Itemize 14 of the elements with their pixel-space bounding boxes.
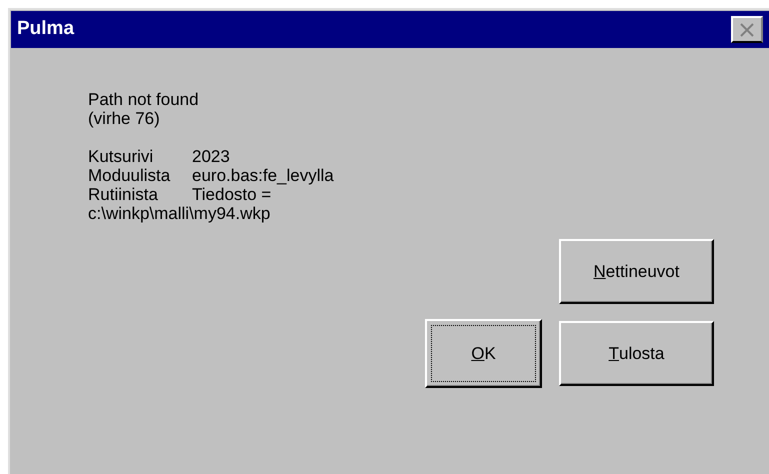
error-message: (virhe 76) (88, 109, 160, 128)
ok-button[interactable]: OK (425, 319, 542, 388)
close-icon (739, 22, 755, 36)
detail-label: Rutiinista (88, 185, 159, 204)
detail-label: Kutsurivi (88, 147, 154, 166)
detail-value: 2023 (192, 147, 230, 166)
detail-value: Tiedosto = (192, 185, 272, 204)
file-path: c:\winkp\malli\my94.wkp (88, 204, 270, 223)
detail-label: Moduulista (88, 166, 172, 185)
dialog-button[interactable]: Tulosta (559, 321, 714, 386)
window-title: Pulma (17, 17, 74, 42)
detail-value: euro.bas:fe_levylla (192, 166, 334, 185)
error-message: Path not found (88, 90, 199, 109)
dialog-button[interactable]: Nettineuvot (559, 239, 714, 304)
